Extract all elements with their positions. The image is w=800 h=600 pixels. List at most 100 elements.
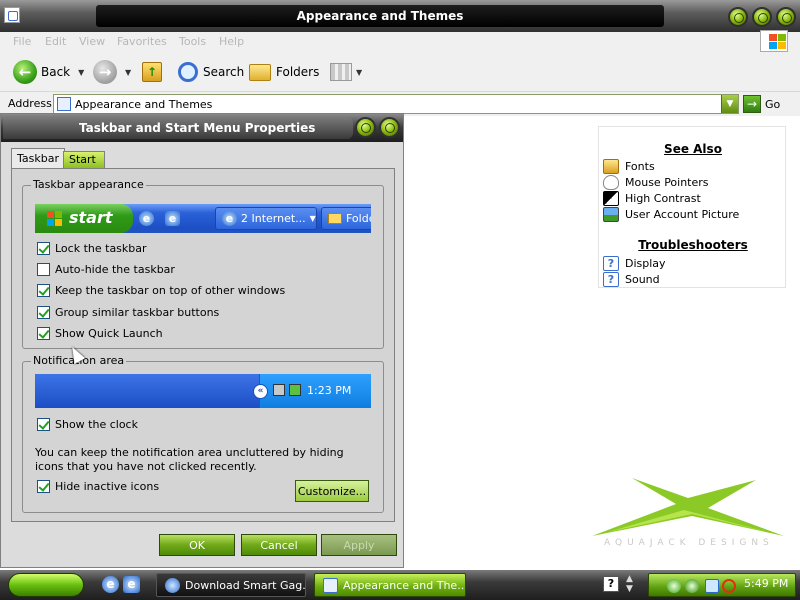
views-button[interactable]: ▼ [330,60,362,84]
checkbox-box[interactable] [37,327,50,340]
menu-edit[interactable]: Edit [45,35,66,48]
smart-gadget-icon[interactable] [667,579,681,593]
menu-favorites[interactable]: Favorites [117,35,167,48]
mouse-icon [603,175,619,190]
folders-label: Folders [276,65,320,79]
checkbox-box[interactable] [37,284,50,297]
menu-tools[interactable]: Tools [179,35,206,48]
search-icon[interactable] [722,579,736,593]
address-dropdown-icon[interactable]: ▼ [721,95,738,113]
folder-window-icon[interactable] [4,7,20,23]
taskbar-clock[interactable]: 5:49 PM [744,577,788,590]
checkbox-box[interactable] [37,306,50,319]
up-folder-button[interactable]: ↑ [142,60,162,84]
back-button[interactable]: ← Back ▼ [13,60,84,84]
checkbox-box[interactable] [37,263,50,276]
internet-explorer-icon[interactable]: e [102,576,119,593]
lock-taskbar-checkbox[interactable]: Lock the taskbar [37,242,147,255]
forward-arrow-icon: → [93,60,117,84]
checkbox-box[interactable] [37,242,50,255]
high-contrast-icon [603,191,619,206]
display-icon[interactable] [705,579,719,593]
address-label: Address [8,97,52,110]
go-arrow-icon: → [743,95,761,113]
preview-start-label: start [69,208,113,227]
xbox-logo-icon [592,478,784,536]
apply-button[interactable]: Apply [321,534,397,556]
help-icon: ? [603,256,619,271]
link-high-contrast[interactable]: High Contrast [603,191,701,206]
link-display[interactable]: ? Display [603,256,666,271]
taskbar-appearance-group: Taskbar appearance start e e e 2 Interne… [22,178,384,349]
standard-toolbar: ← Back ▼ → ▼ ↑ Search Folders ▼ [0,52,800,92]
customize-button[interactable]: Customize... [295,480,369,502]
internet-explorer-icon[interactable]: e [123,576,140,593]
cancel-button[interactable]: Cancel [241,534,317,556]
menu-bar: File Edit View Favorites Tools Help [0,32,800,52]
tab-taskbar[interactable]: Taskbar [11,148,65,169]
dialog-titlebar[interactable]: Taskbar and Start Menu Properties [1,114,403,142]
views-icon [330,63,352,81]
back-dropdown-icon[interactable]: ▼ [78,68,84,77]
preview-folder-button: Folde [321,207,371,230]
checkbox-box[interactable] [37,418,50,431]
minimize-button[interactable] [728,7,748,27]
hide-inactive-checkbox[interactable]: Hide inactive icons [37,480,159,493]
address-value: Appearance and Themes [75,98,213,111]
taskbar-properties-dialog: Taskbar and Start Menu Properties Taskba… [0,113,404,568]
link-user-account-picture[interactable]: User Account Picture [603,207,739,222]
tray-expand-icon[interactable]: ▲ ▼ [626,574,633,594]
start-button[interactable] [8,573,84,597]
dialog-close-button[interactable] [379,117,400,138]
internet-explorer-icon: e [139,211,154,226]
ok-button[interactable]: OK [159,534,235,556]
keep-on-top-checkbox[interactable]: Keep the taskbar on top of other windows [37,284,285,297]
windows-flag-icon [47,211,62,226]
notification-description: You can keep the notification area unclu… [35,446,344,473]
preview-clock: 1:23 PM [307,384,352,397]
taskbar: e e Download Smart Gag... Appearance and… [0,570,800,600]
help-icon[interactable]: ? [603,576,619,592]
forward-dropdown-icon[interactable]: ▼ [125,68,131,77]
tab-start-menu[interactable]: Start Menu [63,151,106,179]
network-icon[interactable] [685,579,699,593]
auto-hide-checkbox[interactable]: Auto-hide the taskbar [37,263,175,276]
checkbox-label: Auto-hide the taskbar [55,263,175,276]
show-clock-checkbox[interactable]: Show the clock [37,418,138,431]
task-label: Download Smart Gag... [185,578,306,592]
user-picture-icon [603,207,619,222]
address-input[interactable]: Appearance and Themes ▼ [53,94,739,114]
internet-explorer-icon: e [165,211,180,226]
help-button[interactable] [355,117,376,138]
preview-task-button: e 2 Internet... ▼ [215,207,317,230]
views-dropdown-icon[interactable]: ▼ [356,68,362,77]
menu-file[interactable]: File [13,35,31,48]
printer-icon [289,384,301,396]
close-button[interactable] [776,7,796,27]
taskbar-preview: start e e e 2 Internet... ▼ Folde [35,204,371,233]
checkbox-label: Hide inactive icons [55,480,160,493]
window-titlebar[interactable]: Appearance and Themes [0,0,800,32]
maximize-button[interactable] [752,7,772,27]
link-mouse-pointers[interactable]: Mouse Pointers [603,175,709,190]
checkbox-box[interactable] [37,480,50,493]
forward-button[interactable]: → ▼ [93,60,131,84]
menu-view[interactable]: View [79,35,105,48]
designs-watermark: AQUAJACK DESIGNS [604,538,774,548]
link-fonts[interactable]: Fonts [603,159,655,174]
menu-help[interactable]: Help [219,35,244,48]
quick-launch-checkbox[interactable]: Show Quick Launch [37,327,163,340]
go-button[interactable]: → Go [743,95,780,113]
folder-icon [328,213,342,224]
search-button[interactable]: Search [178,60,244,84]
link-sound[interactable]: ? Sound [603,272,660,287]
taskbar-button-download[interactable]: Download Smart Gag... [156,573,306,597]
link-display-label: Display [625,257,666,270]
taskbar-button-appearance[interactable]: Appearance and The... [314,573,466,597]
troubleshooters-heading: Troubleshooters [638,238,748,252]
group-label: Taskbar appearance [31,178,146,191]
folders-button[interactable]: Folders [249,60,319,84]
checkbox-label: Group similar taskbar buttons [55,306,220,319]
help-icon: ? [603,272,619,287]
group-buttons-checkbox[interactable]: Group similar taskbar buttons [37,306,219,319]
